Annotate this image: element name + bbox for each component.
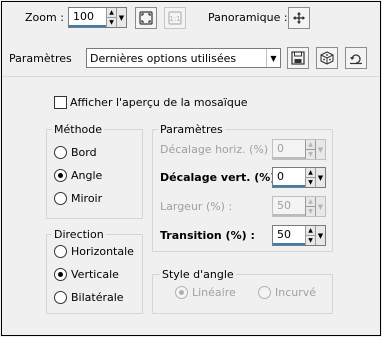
corner-radio-incurve[interactable]: Incurvé — [258, 286, 316, 299]
direction-radio-verticale[interactable]: Verticale — [54, 268, 119, 281]
method-radio-miroir[interactable]: Miroir — [54, 192, 102, 205]
zoom-up-arrow-icon[interactable]: ▲ — [107, 8, 116, 17]
up-arrow-icon[interactable]: ▲ — [306, 168, 315, 177]
chevron-down-icon[interactable]: ▼ — [315, 140, 325, 159]
dice-icon — [320, 51, 334, 65]
pan-button[interactable] — [288, 7, 310, 29]
preview-checkbox-label: Afficher l'aperçu de la mosaïque — [70, 96, 248, 109]
preview-checkbox-box[interactable] — [54, 96, 67, 109]
zoom-stepper[interactable]: 100 ▲ ▼ ▼ — [68, 7, 127, 28]
reset-preset-button[interactable] — [345, 47, 367, 69]
zoom-down-arrow-icon[interactable]: ▼ — [107, 17, 116, 27]
zoom-fit-button[interactable] — [135, 7, 157, 29]
chevron-down-icon[interactable]: ▼ — [266, 49, 280, 67]
transition-value[interactable]: 50 — [273, 226, 305, 245]
corner-radio-lineaire[interactable]: Linéaire — [175, 286, 236, 299]
presets-selected: Dernières options utilisées — [90, 51, 237, 65]
v-offset-stepper[interactable]: 0 ▲ ▼ ▼ — [272, 167, 326, 188]
chevron-down-icon[interactable]: ▼ — [315, 168, 325, 187]
move-arrows-icon — [293, 12, 305, 24]
down-arrow-icon[interactable]: ▼ — [306, 206, 315, 216]
corner-style-group-title: Style d'angle — [160, 268, 236, 281]
save-icon — [291, 51, 305, 65]
h-offset-label: Décalage horiz. (%) : — [160, 143, 276, 156]
h-offset-stepper[interactable]: 0 ▲ ▼ ▼ — [272, 139, 326, 160]
width-value[interactable]: 50 — [273, 197, 305, 216]
preview-checkbox[interactable]: Afficher l'aperçu de la mosaïque — [54, 96, 248, 109]
method-group-title: Méthode — [52, 123, 105, 136]
chevron-down-icon[interactable]: ▼ — [315, 226, 325, 245]
params-group-title: Paramètres — [158, 123, 225, 136]
transition-stepper[interactable]: 50 ▲ ▼ ▼ — [272, 225, 326, 246]
up-arrow-icon[interactable]: ▲ — [306, 226, 315, 235]
direction-radio-horizontale[interactable]: Horizontale — [54, 245, 134, 258]
up-arrow-icon[interactable]: ▲ — [306, 197, 315, 206]
zoom-actual-size-button[interactable]: 1:1 — [164, 7, 186, 29]
separator — [2, 76, 380, 77]
dialog-frame: Zoom : 100 ▲ ▼ ▼ 1:1 Panoramique : Param… — [1, 1, 381, 336]
chevron-down-icon[interactable]: ▼ — [315, 197, 325, 216]
method-radio-angle[interactable]: Angle — [54, 169, 102, 182]
transition-label: Transition (%) : — [160, 229, 255, 242]
pan-label: Panoramique : — [208, 11, 288, 24]
method-radio-bord[interactable]: Bord — [54, 146, 97, 159]
h-offset-value[interactable]: 0 — [273, 140, 305, 159]
v-offset-value[interactable]: 0 — [273, 168, 305, 187]
width-stepper[interactable]: 50 ▲ ▼ ▼ — [272, 196, 326, 217]
direction-group-title: Direction — [52, 228, 106, 241]
reset-icon — [350, 54, 362, 65]
v-offset-label: Décalage vert. (%) : — [160, 171, 284, 184]
direction-radio-bilaterale[interactable]: Bilatérale — [54, 291, 124, 304]
down-arrow-icon[interactable]: ▼ — [306, 149, 315, 159]
presets-dropdown[interactable]: Dernières options utilisées ▼ — [86, 48, 281, 68]
up-arrow-icon[interactable]: ▲ — [306, 140, 315, 149]
down-arrow-icon[interactable]: ▼ — [306, 177, 315, 187]
presets-label: Paramètres — [9, 52, 72, 65]
random-preset-button[interactable] — [316, 47, 338, 69]
zoom-dropdown-arrow-icon[interactable]: ▼ — [116, 8, 126, 27]
zoom-value[interactable]: 100 — [69, 8, 106, 27]
down-arrow-icon[interactable]: ▼ — [306, 235, 315, 245]
svg-text:1:1: 1:1 — [169, 15, 180, 23]
width-label: Largeur (%) : — [160, 200, 233, 213]
zoom-label: Zoom : — [25, 11, 64, 24]
zoom-fit-icon — [139, 11, 153, 25]
save-preset-button[interactable] — [287, 47, 309, 69]
actual-size-icon: 1:1 — [168, 11, 182, 25]
